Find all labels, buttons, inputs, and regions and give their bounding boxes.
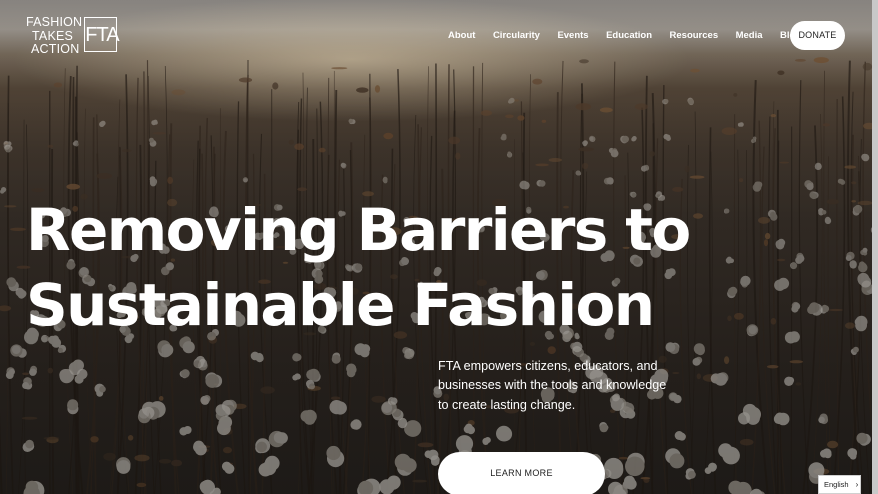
nav-link-media[interactable]: Media [736, 30, 763, 41]
language-selected: English [824, 480, 849, 489]
page-scrollbar-track[interactable] [872, 0, 878, 494]
learn-more-button[interactable]: LEARN MORE [438, 452, 605, 494]
nav-link-about[interactable]: About [448, 30, 475, 41]
logo-word: FASHION [26, 15, 83, 29]
hero-headline-line: Sustainable Fashion [26, 271, 655, 339]
hero-intro-text: FTA empowers citizens, educators, and bu… [438, 359, 667, 412]
chevron-right-icon: › [855, 480, 859, 489]
nav-link-resources[interactable]: Resources [670, 30, 719, 41]
logo-word: TAKES [32, 28, 74, 43]
logo-mark: FTA [84, 17, 120, 52]
donate-button[interactable]: DONATE [790, 21, 845, 50]
site-logo[interactable]: FASHION TAKES ACTION FTA [26, 15, 120, 57]
logo-word: ACTION [31, 42, 80, 57]
logo-wordmark: FASHION TAKES ACTION [26, 15, 83, 57]
hero-headline-line: Removing Barriers to [26, 196, 691, 264]
nav-link-events[interactable]: Events [557, 30, 588, 41]
page-scrollbar-thumb[interactable] [872, 0, 878, 494]
hero-headline: Removing Barriers to Sustainable Fashion [26, 193, 691, 343]
nav-link-education[interactable]: Education [606, 30, 652, 41]
language-selector[interactable]: English › [818, 475, 861, 494]
main-nav: About Circularity Events Education Resou… [448, 30, 801, 41]
page: FASHION TAKES ACTION FTA About Circulari… [0, 0, 878, 494]
nav-link-circularity[interactable]: Circularity [493, 30, 540, 41]
